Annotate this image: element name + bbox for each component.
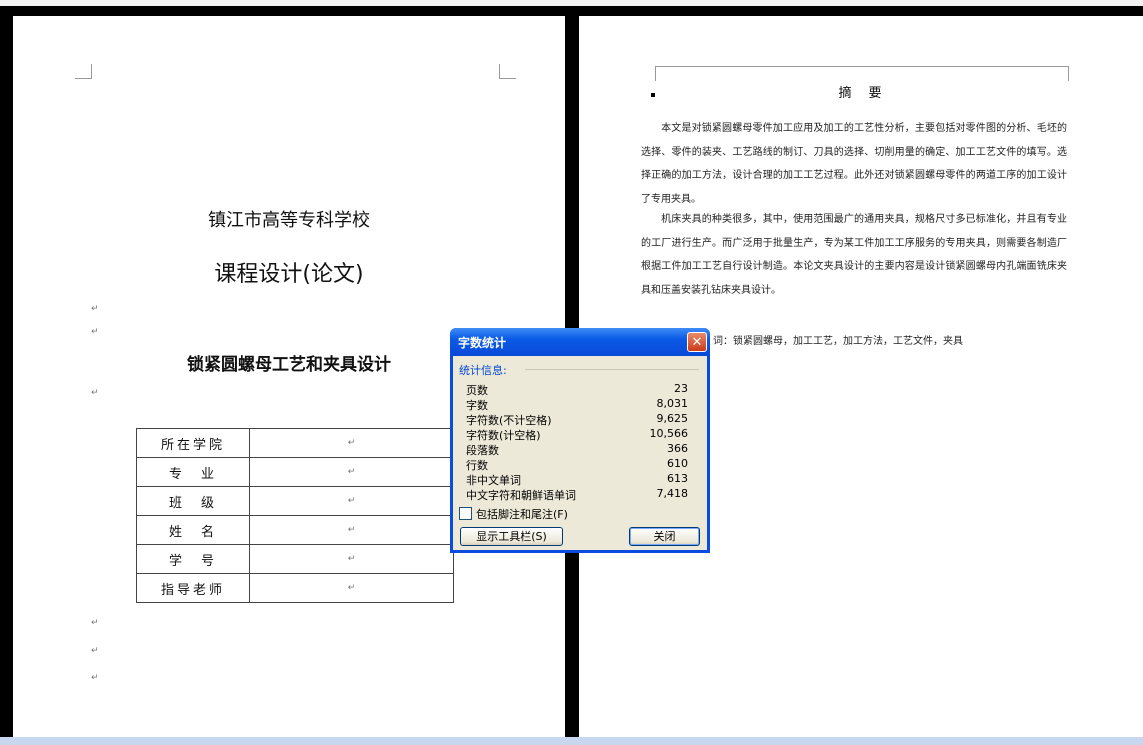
dialog-title: 字数统计 — [458, 336, 507, 350]
info-table: 所在学院 ↵ 专 业 ↵ 班 级 ↵ 姓 名 ↵ 学 号 ↵ 指导老师 ↵ — [136, 428, 454, 603]
stat-row: 非中文单词 613 — [466, 472, 688, 487]
table-row: 所在学院 ↵ — [136, 428, 454, 458]
paragraph-mark: ↵ — [91, 646, 99, 656]
keywords-line: 词：锁紧圆螺母，加工工艺，加工方法，工艺文件，夹具 — [713, 336, 963, 347]
school-name: 镇江市高等专科学校 — [208, 210, 370, 231]
header-bracket — [655, 66, 1069, 81]
close-button[interactable]: 关闭 — [629, 527, 700, 546]
stat-row: 行数 610 — [466, 457, 688, 472]
include-footnotes-checkbox[interactable]: 包括脚注和尾注(F) — [459, 506, 568, 522]
table-value[interactable]: ↵ — [249, 486, 454, 516]
dialog-title-bar[interactable]: 字数统计 ✕ — [450, 328, 710, 356]
ruler-strip — [0, 0, 1143, 6]
abstract-paragraph: 机床夹具的种类很多，其中，使用范围最广的通用夹具，规格尺寸多已标准化，并且有专业… — [641, 214, 1067, 296]
paragraph-mark: ↵ — [91, 388, 99, 398]
close-icon[interactable]: ✕ — [687, 332, 707, 352]
table-value[interactable]: ↵ — [249, 544, 454, 574]
horizontal-scrollbar[interactable] — [0, 737, 1143, 745]
table-value[interactable]: ↵ — [249, 428, 454, 458]
stat-row: 字符数(不计空格) 9,625 — [466, 412, 688, 427]
table-label: 姓 名 — [136, 515, 250, 545]
stat-row: 字数 8,031 — [466, 397, 688, 412]
stat-row: 页数 23 — [466, 382, 688, 397]
table-label: 班 级 — [136, 486, 250, 516]
table-row: 姓 名 ↵ — [136, 515, 454, 545]
table-label: 专 业 — [136, 457, 250, 487]
checkbox-box[interactable] — [459, 507, 472, 520]
checkbox-label: 包括脚注和尾注(F) — [476, 508, 568, 521]
paragraph-mark: ↵ — [91, 673, 99, 683]
margin-mark — [499, 64, 516, 79]
table-value[interactable]: ↵ — [249, 573, 454, 603]
group-label: 统计信息: — [459, 364, 507, 377]
margin-mark — [75, 64, 92, 79]
table-value[interactable]: ↵ — [249, 515, 454, 545]
table-row: 指导老师 ↵ — [136, 573, 454, 603]
table-value[interactable]: ↵ — [249, 457, 454, 487]
stat-row: 字符数(计空格) 10,566 — [466, 427, 688, 442]
table-row: 班 级 ↵ — [136, 486, 454, 516]
table-label: 指导老师 — [136, 573, 250, 603]
table-label: 所在学院 — [136, 428, 250, 458]
word-count-dialog[interactable]: 字数统计 ✕ 统计信息: 页数 23 字数 8,031 字符数(不计空格) 9,625… — [450, 328, 710, 553]
stat-row: 中文字符和朝鲜语单词 7,418 — [466, 487, 688, 502]
abstract-paragraph: 本文是对锁紧圆螺母零件加工应用及加工的工艺性分析，主要包括对零件图的分析、毛坯的… — [641, 123, 1067, 205]
stat-row: 段落数 366 — [466, 442, 688, 457]
show-toolbar-button[interactable]: 显示工具栏(S) — [460, 527, 563, 546]
dialog-body: 统计信息: 页数 23 字数 8,031 字符数(不计空格) 9,625 字符数(计空… — [453, 356, 707, 550]
paragraph-mark: ↵ — [91, 304, 99, 314]
table-row: 专 业 ↵ — [136, 457, 454, 487]
table-row: 学 号 ↵ — [136, 544, 454, 574]
group-divider — [525, 369, 699, 370]
table-label: 学 号 — [136, 544, 250, 574]
abstract-heading: 摘 要 — [838, 86, 884, 101]
paragraph-mark: ↵ — [91, 618, 99, 628]
paragraph-mark: ↵ — [91, 327, 99, 337]
document-type: 课程设计(论文) — [214, 262, 364, 287]
